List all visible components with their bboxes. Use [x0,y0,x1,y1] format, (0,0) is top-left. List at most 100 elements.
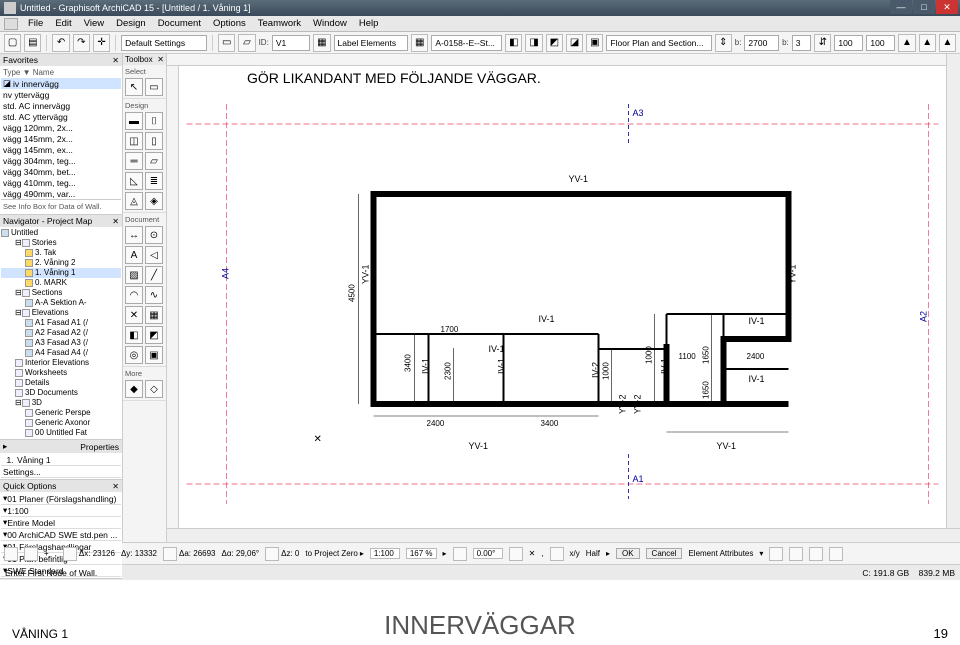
menu-help[interactable]: Help [353,18,385,29]
menu-options[interactable]: Options [207,18,252,29]
fav-item[interactable]: std. AC innervägg [1,100,121,111]
nav-elevations[interactable]: ⊟ Elevations [1,308,121,318]
elev-tool-icon[interactable]: ◩ [145,326,163,344]
hotspot-tool-icon[interactable]: ✕ [125,306,143,324]
fill-tool-icon[interactable]: ▨ [125,266,143,284]
roof-tool-icon[interactable]: ◺ [125,172,143,190]
nav-section[interactable]: A-A Sektion A- [1,298,121,308]
spline-tool-icon[interactable]: ∿ [145,286,163,304]
t-btn-e[interactable]: ▣ [586,34,603,52]
t-end2[interactable]: ▲ [919,34,936,52]
nav-elev[interactable]: A4 Fasad A4 (/ [1,348,121,358]
fav-item[interactable]: nv yttervägg [1,89,121,100]
dim-icon1[interactable]: ⇕ [715,34,732,52]
nav-elev[interactable]: A3 Fasad A3 (/ [1,338,121,348]
nav-3ddocs[interactable]: 3D Documents [1,388,121,398]
cb-angle[interactable]: 0.00° [473,548,503,559]
t-btn-c[interactable]: ◩ [546,34,563,52]
fav-item[interactable]: vägg 145mm, 2x... [1,133,121,144]
wall-tool-icon[interactable]: ▬ [125,112,143,130]
t-btn-b[interactable]: ◨ [525,34,542,52]
cut-field[interactable]: A-0158--E--St... [431,35,502,51]
fav-item-sel[interactable]: ◪iv innervägg [1,78,121,89]
nav-int-elev[interactable]: Interior Elevations [1,358,121,368]
favorites-close-icon[interactable]: ✕ [112,56,119,65]
dim1-field[interactable]: 2700 [744,35,779,51]
more-tool2-icon[interactable]: ◇ [145,380,163,398]
quick-row[interactable]: ▾ 00 ArchiCAD SWE std.pen ... [1,529,121,541]
toolbox-close-icon[interactable]: ✕ [157,55,164,64]
vertical-scrollbar[interactable] [946,54,960,542]
element-attrs[interactable]: Element Attributes [688,549,753,558]
window-tool-icon[interactable]: ◫ [125,132,143,150]
quick-row[interactable]: ▾ 01 Planer (Förslagshandling) [1,493,121,505]
stair-tool-icon[interactable]: ≣ [145,172,163,190]
nav-3d-item[interactable]: Generic Perspe [1,408,121,418]
line-tool-icon[interactable]: ╱ [145,266,163,284]
dim-tool-icon[interactable]: ↔ [125,226,143,244]
quick-close-icon[interactable]: ✕ [112,482,119,491]
arrow-tool-icon[interactable]: ↖ [125,78,143,96]
quick-row[interactable]: ▾ Entire Model [1,517,121,529]
nav-elev[interactable]: A1 Fasad A1 (/ [1,318,121,328]
horizontal-scrollbar[interactable] [167,528,960,542]
nav-stories[interactable]: ⊟ Stories [1,238,121,248]
quick-row[interactable]: ▾ 1:100 [1,505,121,517]
column-tool-icon[interactable]: ▯ [145,132,163,150]
nav-elev[interactable]: A2 Fasad A2 (/ [1,328,121,338]
more-tool1-icon[interactable]: ◆ [125,380,143,398]
nav-close-icon[interactable]: ✕ [112,217,119,226]
menu-design[interactable]: Design [110,18,152,29]
nav-worksheets[interactable]: Worksheets [1,368,121,378]
dim3-field[interactable]: 100 [834,35,863,51]
figure-tool-icon[interactable]: ▦ [145,306,163,324]
cb-z-icon[interactable] [265,547,279,561]
default-settings[interactable]: Default Settings [121,35,207,51]
t-end3[interactable]: ▲ [939,34,956,52]
fav-item[interactable]: vägg 410mm, teg... [1,177,121,188]
fav-item[interactable]: vägg 340mm, bet... [1,166,121,177]
nav-3d-item[interactable]: 00 Untitled Fat [1,428,121,438]
cb-icon[interactable] [509,547,523,561]
prop-row[interactable]: 1.Våning 1 [1,454,121,466]
menu-teamwork[interactable]: Teamwork [252,18,307,29]
nav-sections[interactable]: ⊟ Sections [1,288,121,298]
tool-shape1-icon[interactable]: ▭ [218,34,235,52]
close-button[interactable]: ✕ [936,0,958,14]
slab-tool-icon[interactable]: ▱ [145,152,163,170]
nav-3d[interactable]: ⊟ 3D [1,398,121,408]
cb-scale[interactable]: 1:100 [370,548,400,559]
cb-icon[interactable] [769,547,783,561]
fav-item[interactable]: vägg 145mm, ex... [1,144,121,155]
tool-open-icon[interactable]: ▤ [24,34,41,52]
nav-root[interactable]: Untitled [1,228,121,238]
menu-view[interactable]: View [78,18,110,29]
nav-story-sel[interactable]: 1. Våning 1 [1,268,121,278]
tool-pick-icon[interactable]: ✛ [93,34,110,52]
t-end1[interactable]: ▲ [898,34,915,52]
nav-story[interactable]: 2. Våning 2 [1,258,121,268]
marquee-tool-icon[interactable]: ▭ [145,78,163,96]
cb-icon[interactable] [789,547,803,561]
minimize-button[interactable]: — [890,0,912,14]
cb-polar-icon[interactable] [163,547,177,561]
menu-file[interactable]: File [22,18,49,29]
t-btn-d[interactable]: ◪ [566,34,583,52]
mesh-tool-icon[interactable]: ◬ [125,192,143,210]
cut-icon[interactable]: ▦ [411,34,428,52]
level-tool-icon[interactable]: ⊙ [145,226,163,244]
cb-icon[interactable] [453,547,467,561]
fav-item[interactable]: vägg 490mm, var... [1,188,121,199]
cb-icon[interactable] [809,547,823,561]
drawing-canvas[interactable]: GÖR LIKANDANT MED FÖLJANDE VÄGGAR. A3 A1… [167,54,960,542]
ws-tool-icon[interactable]: ▣ [145,346,163,364]
nav-details[interactable]: Details [1,378,121,388]
tool-undo-icon[interactable]: ↶ [52,34,69,52]
menu-edit[interactable]: Edit [49,18,77,29]
nav-story[interactable]: 3. Tak [1,248,121,258]
cb-icon[interactable] [550,547,564,561]
t-btn-a[interactable]: ◧ [505,34,522,52]
fav-item[interactable]: vägg 120mm, 2x... [1,122,121,133]
menu-window[interactable]: Window [307,18,353,29]
ok-button[interactable]: OK [616,548,640,559]
